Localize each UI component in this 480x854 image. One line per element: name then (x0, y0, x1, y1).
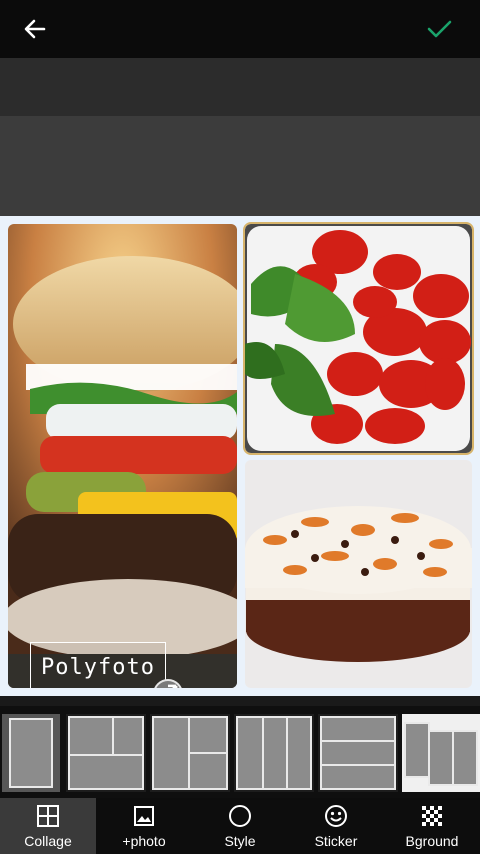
collage-canvas: Polyfoto (0, 216, 480, 696)
bottom-tab-bar: Collage +photo Style Sticker Bground (0, 798, 480, 854)
layout-thumb-grid-two-wide[interactable] (150, 714, 230, 792)
tab-background[interactable]: Bground (384, 798, 480, 854)
circle-icon (229, 805, 251, 827)
tab-label: +photo (122, 833, 166, 849)
photo-cell-tomatoes[interactable] (243, 222, 474, 455)
empty-band (0, 58, 480, 116)
empty-band (0, 116, 480, 216)
tab-add-photo[interactable]: +photo (96, 798, 192, 854)
layout-thumb-three-columns[interactable] (234, 714, 314, 792)
arrow-left-icon[interactable] (18, 14, 52, 44)
smiley-icon (325, 805, 347, 827)
layout-thumb-three-rows[interactable] (318, 714, 398, 792)
layout-thumb-single[interactable] (2, 714, 60, 792)
tab-label: Sticker (314, 833, 358, 849)
top-toolbar (0, 0, 480, 58)
photo-cell-burger[interactable]: Polyfoto (8, 224, 237, 688)
layout-thumb-offset-columns[interactable] (402, 714, 480, 792)
tab-collage[interactable]: Collage (0, 798, 96, 854)
pattern-icon (422, 806, 442, 826)
resize-handle-icon[interactable] (153, 679, 183, 688)
tab-label: Bground (405, 833, 459, 849)
grid-icon (37, 805, 59, 827)
tab-label: Style (224, 833, 256, 849)
layout-thumb-grid-three[interactable] (66, 714, 146, 792)
layout-picker (0, 706, 480, 798)
check-icon[interactable] (422, 14, 456, 44)
tab-sticker[interactable]: Sticker (288, 798, 384, 854)
tab-style[interactable]: Style (192, 798, 288, 854)
photo-cell-cake[interactable] (245, 460, 472, 688)
watermark-label: Polyfoto (30, 642, 166, 688)
tab-label: Collage (24, 833, 72, 849)
image-icon (134, 806, 154, 826)
